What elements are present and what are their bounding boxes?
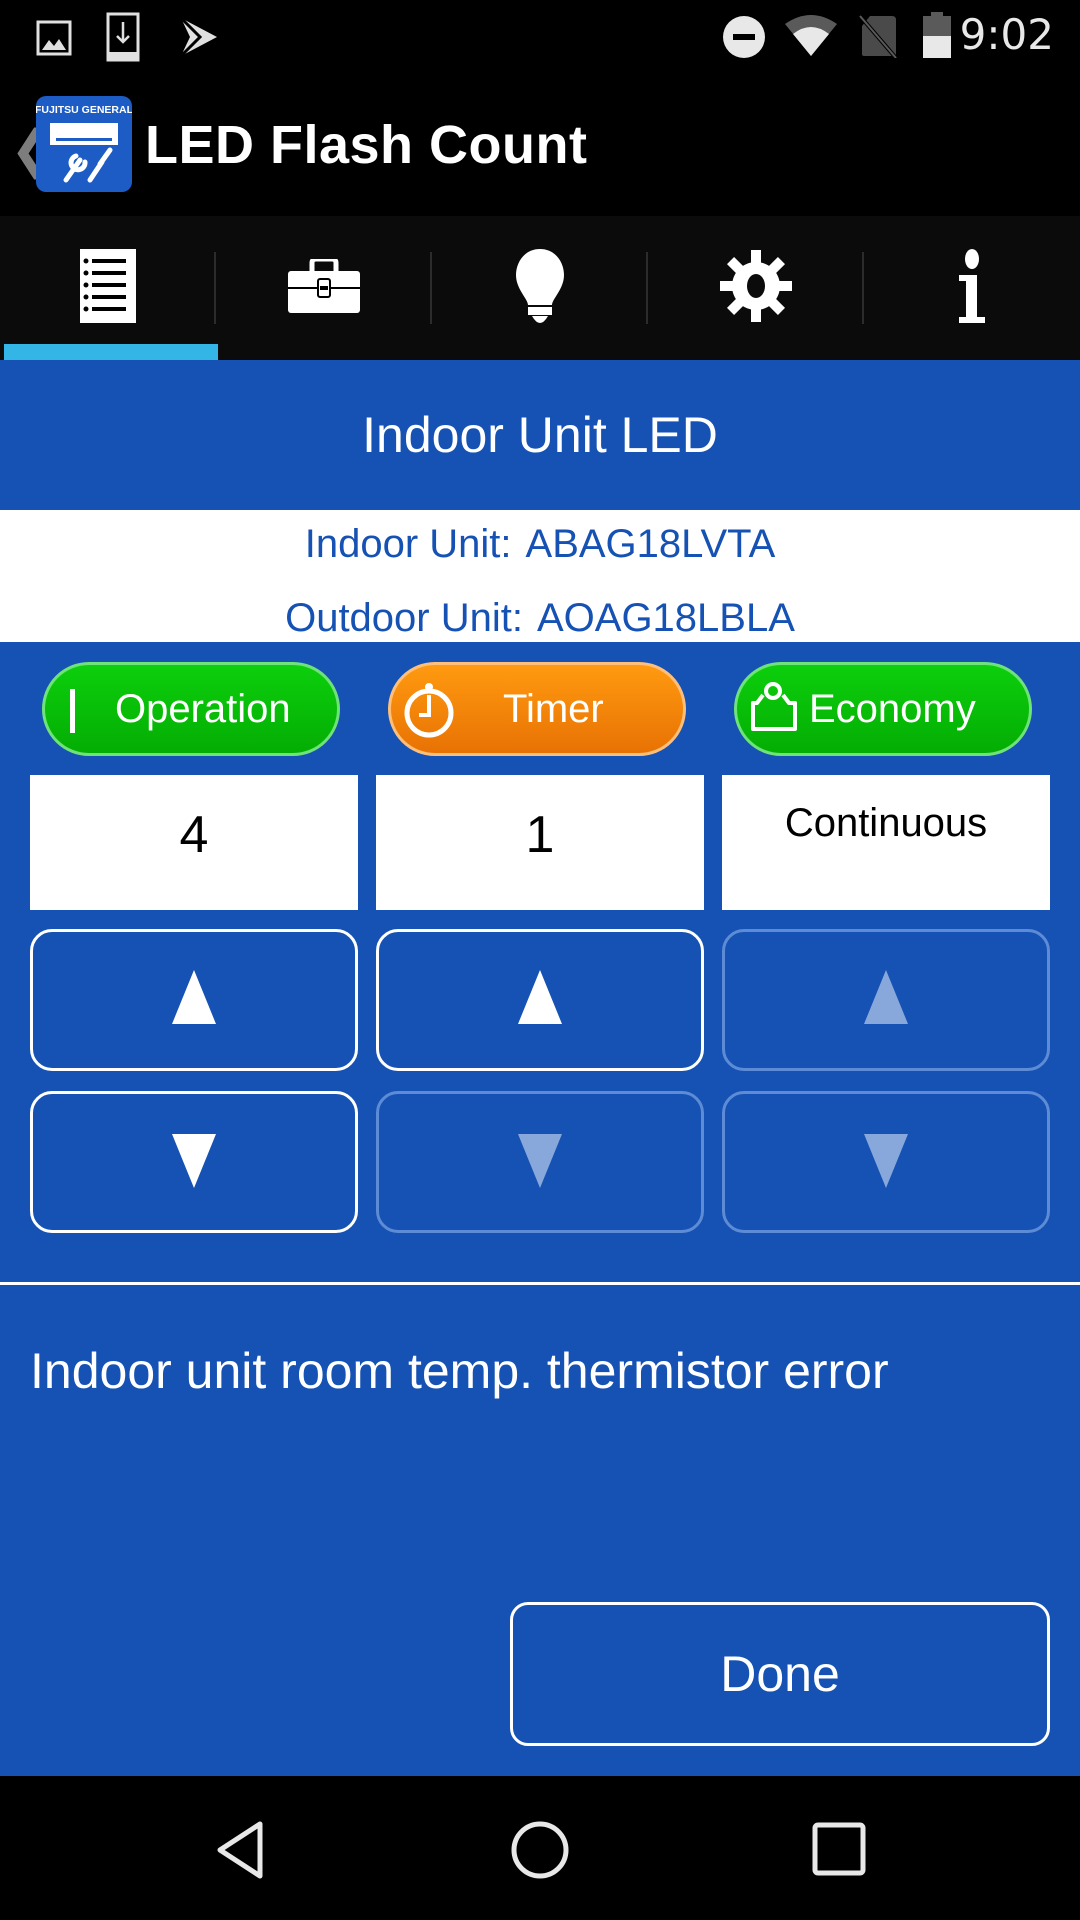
operation-indicator: Operation [42,662,340,756]
tab-bar [0,216,1080,360]
economy-icon [749,679,801,747]
play-store-icon [178,16,220,63]
indoor-unit-model: ABAG18LVTA [525,522,776,566]
status-bar: 9:02 [0,0,1080,72]
error-description: Indoor unit room temp. thermistor error [30,1343,889,1399]
timer-decrement-button[interactable] [376,1091,704,1233]
operation-label: Operation [115,686,291,731]
tab-lightbulb[interactable] [432,216,648,360]
battery-icon [922,12,952,63]
checklist-icon [80,248,136,328]
led-panel: Operation Timer Economy 4 1 Continuous I… [0,642,1080,1776]
economy-decrement-button[interactable] [722,1091,1050,1233]
navigation-bar [0,1776,1080,1920]
lightbulb-icon [514,248,566,328]
indoor-unit-label: Indoor Unit: [304,522,512,566]
triangle-down-icon [170,1132,218,1193]
section-divider [0,1282,1080,1285]
app-bar: ❮ FUJITSU GENERAL LED Flash Count [0,72,1080,216]
tab-checklist[interactable] [0,216,218,360]
triangle-down-icon [516,1132,564,1193]
do-not-disturb-icon [722,15,766,64]
operation-count-value: 4 [179,806,209,864]
download-icon [106,12,140,67]
info-icon [955,248,989,328]
active-tab-indicator [4,344,218,360]
economy-label: Economy [809,686,976,731]
outdoor-unit-row: Outdoor Unit: AOAG18LBLA [0,596,1080,641]
nav-back-icon[interactable] [214,1820,264,1885]
timer-increment-button[interactable] [376,929,704,1071]
gear-icon [720,249,792,327]
nav-recents-icon[interactable] [812,1822,866,1881]
toolbox-icon [288,256,360,318]
operation-bar-icon [69,689,77,743]
section-title: Indoor Unit LED [362,407,718,463]
operation-decrement-button[interactable] [30,1091,358,1233]
triangle-up-icon [516,969,564,1031]
no-sim-icon [858,14,898,63]
page-title: LED Flash Count [145,115,588,175]
triangle-down-icon [862,1132,910,1193]
section-header: Indoor Unit LED [0,360,1080,510]
triangle-up-icon [862,969,910,1031]
timer-count-display: 1 [376,775,704,910]
outdoor-unit-model: AOAG18LBLA [536,596,795,640]
indoor-unit-row: Indoor Unit: ABAG18LVTA [0,522,1080,567]
timer-count-value: 1 [525,806,555,864]
app-logo[interactable]: FUJITSU GENERAL [36,96,132,192]
logo-brand-text: FUJITSU GENERAL [36,104,132,116]
gallery-icon [36,20,72,61]
economy-count-display: Continuous [722,775,1050,910]
nav-home-icon[interactable] [510,1820,570,1885]
economy-count-value: Continuous [784,801,988,845]
clock: 9:02 [959,10,1054,59]
operation-count-display: 4 [30,775,358,910]
timer-label: Timer [503,686,604,731]
timer-icon [401,681,457,749]
triangle-up-icon [170,969,218,1031]
tab-settings[interactable] [648,216,864,360]
economy-indicator: Economy [734,662,1032,756]
economy-increment-button[interactable] [722,929,1050,1071]
tab-info[interactable] [864,216,1080,360]
unit-info-panel: Indoor Unit: ABAG18LVTA Outdoor Unit: AOAG… [0,510,1080,642]
timer-indicator: Timer [388,662,686,756]
operation-increment-button[interactable] [30,929,358,1071]
tab-toolbox[interactable] [216,216,432,360]
wifi-icon [784,14,838,63]
done-button[interactable]: Done [510,1602,1050,1746]
outdoor-unit-label: Outdoor Unit: [285,596,523,640]
